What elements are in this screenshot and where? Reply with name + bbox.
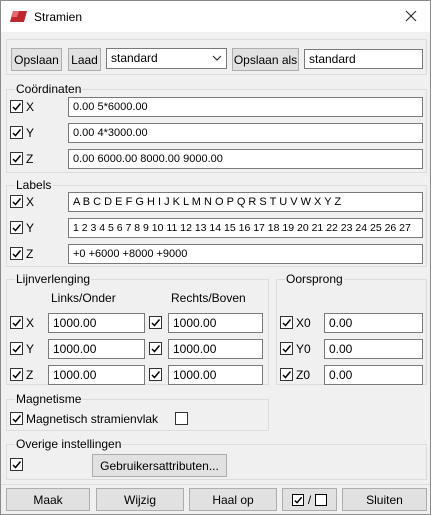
origin-z0-input[interactable]: 0.00 [324,365,423,385]
stramien-dialog: Stramien Opslaan Laad standard Opslaan a… [0,0,431,515]
origin-z0-checkbox[interactable] [280,368,293,381]
origin-x0-label: X0 [296,316,311,330]
other-settings-checkbox[interactable] [10,458,23,471]
label-x-checkbox[interactable] [10,195,23,208]
window-title: Stramien [34,10,83,24]
check-icon [151,345,161,353]
save-as-input[interactable]: standard [304,49,423,69]
label-y-input[interactable]: 1 2 3 4 5 6 7 8 9 10 11 12 13 14 15 16 1… [68,218,423,238]
extension-right-header: Rechts/Boven [171,291,246,305]
ext-x-checkbox[interactable] [10,316,23,329]
toggle-checked-icon [291,493,304,506]
app-logo-icon [10,11,27,22]
check-icon [282,371,292,379]
close-button[interactable]: Sluiten [342,488,427,511]
check-icon [12,198,22,206]
user-attributes-button[interactable]: Gebruikersattributen... [92,454,227,477]
ext-y-label: Y [26,342,35,356]
extension-left-header: Links/Onder [51,291,116,305]
save-as-button[interactable]: Opslaan als [232,48,299,71]
coord-x-label: X [26,100,35,114]
magnetism-title: Magnetisme [15,392,83,406]
preset-select[interactable]: standard [106,48,227,69]
label-x-label: X [26,195,35,209]
ext-z-right-checkbox[interactable] [149,368,162,381]
save-button[interactable]: Opslaan [11,48,62,71]
origin-y0-checkbox[interactable] [280,342,293,355]
check-icon [151,319,161,327]
ext-y-checkbox[interactable] [10,342,23,355]
origin-y0-label: Y0 [296,342,311,356]
magnetism-prefix-checkbox[interactable] [10,412,23,425]
other-settings-title: Overige instellingen [15,437,123,451]
label-z-checkbox[interactable] [10,247,23,260]
origin-y0-input[interactable]: 0.00 [324,339,423,359]
ext-y-left-input[interactable]: 1000.00 [48,339,145,359]
label-z-label: Z [26,247,34,261]
magnetism-label: Magnetisch stramienvlak [26,412,159,426]
chevron-down-icon [212,55,222,61]
coord-y-checkbox[interactable] [10,126,23,139]
coordinates-title: Coördinaten [15,82,83,96]
origin-x0-input[interactable]: 0.00 [324,313,423,333]
check-icon [12,415,22,423]
ext-x-right-input[interactable]: 1000.00 [168,313,263,333]
check-icon [12,224,22,232]
coord-x-input[interactable]: 0.00 5*6000.00 [68,97,423,117]
ext-x-label: X [26,316,35,330]
ext-y-right-checkbox[interactable] [149,342,162,355]
ext-x-left-input[interactable]: 1000.00 [48,313,145,333]
load-button[interactable]: Laad [68,48,101,71]
toggle-separator: / [307,492,312,507]
modify-button[interactable]: Wijzig [96,488,184,511]
ext-z-left-input[interactable]: 1000.00 [48,365,145,385]
labels-title: Labels [15,178,53,192]
check-icon [12,371,22,379]
label-y-label: Y [26,221,35,235]
make-button[interactable]: Maak [6,488,90,511]
check-icon [12,155,22,163]
title-bar: Stramien [1,1,430,32]
ext-y-right-input[interactable]: 1000.00 [168,339,263,359]
check-icon [12,319,22,327]
check-icon [12,461,22,469]
extension-title: Lijnverlenging [15,272,92,286]
check-icon [12,129,22,137]
check-icon [151,371,161,379]
preset-select-value: standard [111,51,158,65]
label-z-input[interactable]: +0 +6000 +8000 +9000 [68,244,423,264]
check-icon [282,319,292,327]
label-x-input[interactable]: A B C D E F G H I J K L M N O P Q R S T … [68,192,423,212]
toggle-all-button[interactable]: / [282,488,337,511]
check-icon [12,250,22,258]
ext-z-checkbox[interactable] [10,368,23,381]
check-icon [12,103,22,111]
coord-y-label: Y [26,126,35,140]
check-icon [282,345,292,353]
origin-z0-label: Z0 [296,368,311,382]
check-icon [12,345,22,353]
origin-x0-checkbox[interactable] [280,316,293,329]
coord-z-checkbox[interactable] [10,152,23,165]
ext-x-right-checkbox[interactable] [149,316,162,329]
ext-z-right-input[interactable]: 1000.00 [168,365,263,385]
coord-z-input[interactable]: 0.00 6000.00 8000.00 9000.00 [68,149,423,169]
check-icon [294,496,303,504]
toggle-unchecked-icon [315,493,328,506]
coord-y-input[interactable]: 0.00 4*3000.00 [68,123,423,143]
coord-x-checkbox[interactable] [10,100,23,113]
label-y-checkbox[interactable] [10,221,23,234]
fetch-button[interactable]: Haal op [189,488,277,511]
origin-title: Oorsprong [285,272,344,286]
magnetism-checkbox[interactable] [175,412,188,425]
coord-z-label: Z [26,152,34,166]
close-icon[interactable] [402,7,420,25]
ext-z-label: Z [26,368,34,382]
